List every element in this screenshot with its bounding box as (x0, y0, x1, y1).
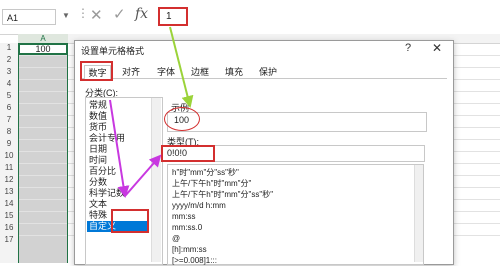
row-number[interactable]: 14 (0, 199, 18, 208)
row-number[interactable]: 10 (0, 151, 18, 160)
row-headers: 1 2 3 4 5 6 7 8 9 10 11 12 13 14 15 16 1… (0, 43, 19, 263)
category-item[interactable]: 常规 (89, 100, 107, 111)
type-input[interactable]: 0!0!0 (161, 145, 215, 162)
format-list[interactable]: h"时"mm"分"ss"秒" 上午/下午h"时"mm"分" 上午/下午h"时"m… (167, 164, 424, 265)
grip-icon: ⋮ (77, 6, 89, 20)
category-item[interactable]: 特殊 (89, 210, 107, 221)
format-item[interactable]: @ (172, 233, 180, 244)
row-number[interactable]: 16 (0, 223, 18, 232)
row-number[interactable]: 4 (0, 79, 18, 88)
format-item[interactable]: [h]:mm:ss (172, 244, 207, 255)
row-number[interactable]: 3 (0, 67, 18, 76)
row-number[interactable]: 17 (0, 235, 18, 244)
selected-column-a[interactable] (18, 43, 68, 263)
row-number[interactable]: 12 (0, 175, 18, 184)
sample-box (167, 112, 427, 132)
category-item[interactable]: 百分比 (89, 166, 116, 177)
row-number[interactable]: 5 (0, 91, 18, 100)
category-item[interactable]: 会计专用 (89, 133, 125, 144)
tab-border[interactable]: 边框 (188, 65, 212, 79)
row-number[interactable]: 2 (0, 55, 18, 64)
row-number[interactable]: 8 (0, 127, 18, 136)
category-scrollbar[interactable] (151, 98, 161, 262)
dialog-title: 设置单元格格式 (81, 46, 145, 56)
category-item[interactable]: 货币 (89, 122, 107, 133)
formula-bar (0, 0, 500, 35)
tab-font[interactable]: 字体 (154, 65, 178, 79)
row-number[interactable]: 15 (0, 211, 18, 220)
sample-highlight-ellipse (164, 107, 200, 131)
tab-highlight-box (80, 61, 113, 81)
formula-input[interactable]: 1 (158, 7, 188, 26)
format-item[interactable]: mm:ss.0 (172, 222, 202, 233)
function-icon[interactable]: fx (135, 6, 148, 22)
format-item[interactable]: 上午/下午h"时"mm"分"ss"秒" (172, 189, 273, 200)
format-item[interactable]: yyyy/m/d h:mm (172, 200, 226, 211)
row-number[interactable]: 13 (0, 187, 18, 196)
row-number[interactable]: 6 (0, 103, 18, 112)
selection-border (18, 55, 19, 263)
format-scrollbar[interactable] (414, 165, 423, 262)
tab-alignment[interactable]: 对齐 (119, 65, 143, 79)
category-item[interactable]: 文本 (89, 199, 107, 210)
category-item[interactable]: 数值 (89, 111, 107, 122)
format-item[interactable]: 上午/下午h"时"mm"分" (172, 178, 251, 189)
name-box[interactable]: A1 (2, 9, 56, 25)
category-item[interactable]: 科学记数 (89, 188, 125, 199)
confirm-icon[interactable]: ✓ (113, 5, 126, 23)
format-item[interactable]: h"时"mm"分"ss"秒" (172, 167, 239, 178)
selection-border (67, 55, 68, 263)
category-item[interactable]: 日期 (89, 144, 107, 155)
tab-protection[interactable]: 保护 (256, 65, 280, 79)
category-highlight-box (111, 209, 149, 233)
category-item[interactable]: 分数 (89, 177, 107, 188)
cancel-icon[interactable]: ✕ (90, 6, 103, 24)
cell-a1[interactable]: 100 (18, 43, 68, 55)
category-item[interactable]: 时间 (89, 155, 107, 166)
chevron-down-icon[interactable]: ▼ (62, 11, 70, 20)
close-icon[interactable]: ✕ (432, 41, 442, 55)
help-icon[interactable]: ? (405, 42, 411, 54)
row-number[interactable]: 1 (0, 43, 18, 52)
format-item[interactable]: [>=0.008]1::: (172, 255, 217, 266)
format-cells-dialog: 设置单元格格式 ? ✕ 数字 对齐 字体 边框 填充 保护 分类(C): 常规 … (74, 40, 454, 265)
row-number[interactable]: 7 (0, 115, 18, 124)
row-number[interactable]: 11 (0, 163, 18, 172)
tab-fill[interactable]: 填充 (222, 65, 246, 79)
format-item[interactable]: mm:ss (172, 211, 196, 222)
row-number[interactable]: 9 (0, 139, 18, 148)
type-input-field[interactable] (215, 145, 425, 162)
